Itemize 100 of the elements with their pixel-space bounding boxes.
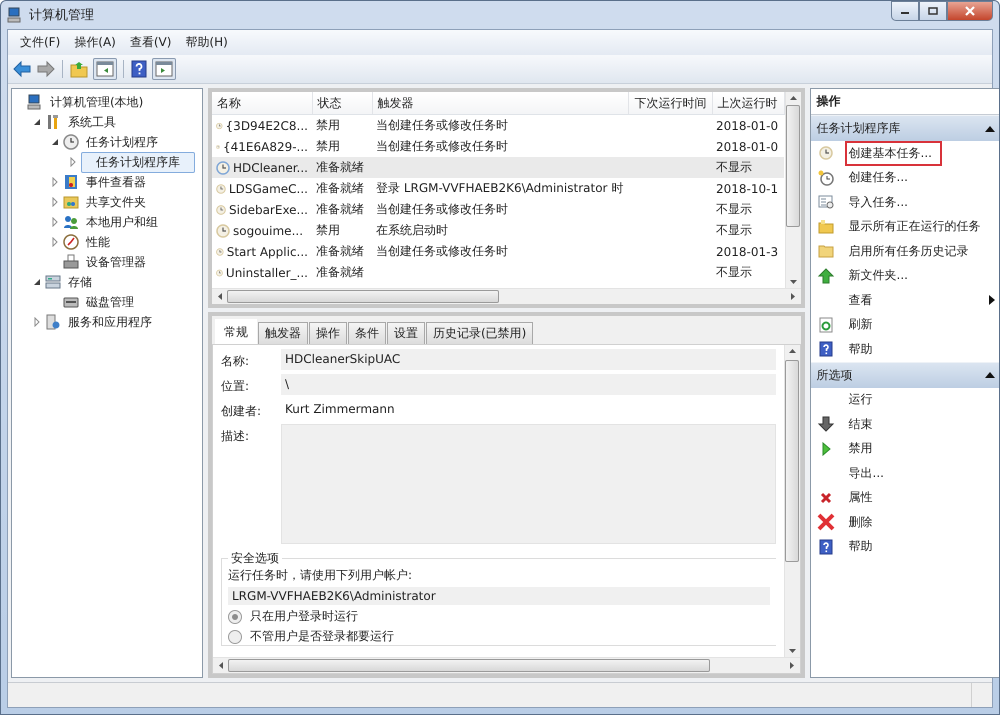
collapse-arrow-icon[interactable]	[32, 277, 42, 287]
action-link[interactable]: 帮助	[844, 336, 876, 362]
table-cell: 不显示	[716, 202, 752, 216]
table-row[interactable]: sogouime... 禁用 在系统启动时 不显示	[212, 220, 784, 241]
folder-icon	[816, 243, 834, 260]
vertical-scrollbar[interactable]	[784, 345, 800, 657]
column-header[interactable]: 名称	[212, 92, 312, 114]
table-row[interactable]: SidebarExe... 准备就绪 当创建任务或修改任务时 不显示	[212, 199, 784, 220]
tree-item[interactable]: 共享文件夹	[82, 192, 150, 212]
table-cell: 禁用	[316, 118, 340, 132]
tree-item[interactable]: 服务和应用程序	[64, 312, 156, 332]
expand-arrow-icon[interactable]	[50, 217, 60, 227]
collapse-arrow-icon[interactable]	[984, 372, 994, 378]
collapse-arrow-icon[interactable]	[984, 126, 994, 132]
column-header[interactable]: 上次运行时	[712, 92, 784, 114]
tree-item[interactable]: 任务计划程序	[82, 132, 162, 152]
table-cell: 不显示	[716, 223, 752, 237]
clock-icon	[818, 146, 832, 160]
tab[interactable]: 触发器	[258, 322, 308, 344]
back-arrow-icon[interactable]	[12, 60, 32, 78]
action-link[interactable]: 显示所有正在运行的任务	[844, 214, 984, 240]
close-icon[interactable]	[964, 6, 976, 16]
location-field[interactable]: \	[281, 374, 776, 395]
account-field[interactable]: LRGM-VVFHAEB2K6\Administrator	[228, 587, 770, 605]
radio-label[interactable]: 只在用户登录时运行	[250, 608, 358, 625]
section-title: 所选项	[816, 366, 852, 384]
column-header[interactable]: 下次运行时间	[628, 92, 712, 114]
radio-button[interactable]	[228, 610, 242, 624]
action-link[interactable]: 刷新	[844, 312, 876, 338]
expand-arrow-icon[interactable]	[50, 197, 60, 207]
expand-arrow-icon[interactable]	[50, 177, 60, 187]
show-tree-icon[interactable]	[93, 58, 117, 80]
forward-arrow-icon[interactable]	[36, 60, 56, 78]
table-row[interactable]: {3D94E2C8... 禁用 当创建任务或修改任务时 2018-01-0	[212, 114, 784, 136]
expand-arrow-icon[interactable]	[32, 317, 42, 327]
show-action-pane-icon[interactable]	[152, 58, 176, 80]
action-link[interactable]: 创建任务...	[844, 165, 912, 190]
action-link[interactable]: 新文件夹...	[844, 263, 912, 288]
tree-item[interactable]: 性能	[82, 232, 114, 252]
table-cell: 不显示	[716, 160, 752, 174]
horizontal-scrollbar[interactable]	[213, 657, 800, 673]
column-header[interactable]: 触发器	[372, 92, 628, 114]
vertical-scrollbar[interactable]	[784, 92, 800, 288]
field-label: 描述:	[221, 428, 250, 445]
action-link[interactable]: 查看	[844, 288, 876, 313]
menu-item[interactable]: 操作(A)	[68, 33, 122, 52]
tab[interactable]: 条件	[348, 322, 386, 344]
radio-button[interactable]	[228, 630, 242, 644]
tree-item[interactable]: 事件查看器	[82, 172, 150, 192]
computer-icon	[27, 94, 43, 110]
action-link[interactable]: 运行	[844, 387, 876, 412]
maximize-icon[interactable]	[928, 7, 938, 15]
gauge-icon	[63, 234, 79, 250]
action-link[interactable]: 删除	[844, 510, 876, 535]
help-icon	[816, 538, 834, 555]
tree-item[interactable]: 存储	[64, 272, 96, 292]
horizontal-scrollbar[interactable]	[212, 288, 800, 304]
tree-item[interactable]: 本地用户和组	[82, 212, 162, 232]
table-row[interactable]: HDCleaner... 准备就绪 不显示	[212, 157, 784, 178]
table-row[interactable]: {41E6A829-... 禁用 当创建任务或修改任务时 2018-01-0	[212, 136, 784, 157]
table-row[interactable]: LDSGameC... 准备就绪 登录 LRGM-VVFHAEB2K6\Administrator 时 2018-10-1	[212, 178, 784, 199]
action-link[interactable]: 启用所有任务历史记录	[844, 238, 972, 264]
tab[interactable]: 操作	[309, 322, 347, 344]
help-icon[interactable]	[130, 60, 148, 78]
field-label: 位置:	[221, 378, 250, 395]
expand-arrow-icon[interactable]	[68, 157, 78, 167]
column-header[interactable]: 状态	[312, 92, 372, 114]
tree-item[interactable]: 系统工具	[64, 112, 120, 132]
tab[interactable]: 设置	[387, 322, 425, 344]
action-link[interactable]: 禁用	[844, 436, 876, 462]
action-link[interactable]: 结束	[844, 412, 876, 437]
tree-item[interactable]: 磁盘管理	[82, 292, 138, 312]
description-field[interactable]	[281, 424, 776, 544]
collapse-arrow-icon[interactable]	[32, 117, 42, 127]
tools-icon	[45, 114, 61, 130]
name-field[interactable]: HDCleanerSkipUAC	[281, 349, 776, 370]
table-row[interactable]: Start Applic... 准备就绪 当创建任务或修改任务时 2018-01-3	[212, 241, 784, 262]
up-folder-icon[interactable]	[69, 60, 89, 78]
menu-item[interactable]: 查看(V)	[124, 33, 178, 52]
menu-item[interactable]: 文件(F)	[14, 33, 66, 52]
tree-item[interactable]: 计算机管理(本地)	[46, 92, 148, 112]
expand-arrow-icon[interactable]	[50, 237, 60, 247]
tab[interactable]: 历史记录(已禁用)	[426, 322, 534, 344]
tab[interactable]: 常规	[215, 319, 257, 344]
table-row[interactable]: Uninstaller_... 准备就绪 不显示	[212, 262, 784, 283]
clock-icon	[216, 182, 226, 196]
action-link[interactable]: 创建基本任务...	[844, 140, 942, 166]
tree-item[interactable]: 任务计划程序库	[81, 152, 195, 172]
action-link[interactable]: 帮助	[844, 534, 876, 560]
section-header[interactable]: 任务计划程序库	[810, 115, 999, 141]
menu-item[interactable]: 帮助(H)	[179, 33, 234, 52]
action-link[interactable]: 导入任务...	[844, 190, 912, 215]
action-link[interactable]: 导出...	[844, 460, 888, 486]
radio-label[interactable]: 不管用户是否登录都要运行	[250, 628, 394, 645]
collapse-arrow-icon[interactable]	[50, 137, 60, 147]
table-cell: 准备就绪	[316, 181, 364, 195]
tree-item[interactable]: 设备管理器	[82, 252, 150, 272]
section-header[interactable]: 所选项	[810, 362, 999, 388]
action-link[interactable]: 属性	[844, 485, 876, 510]
table-cell: 当创建任务或修改任务时	[376, 202, 508, 216]
